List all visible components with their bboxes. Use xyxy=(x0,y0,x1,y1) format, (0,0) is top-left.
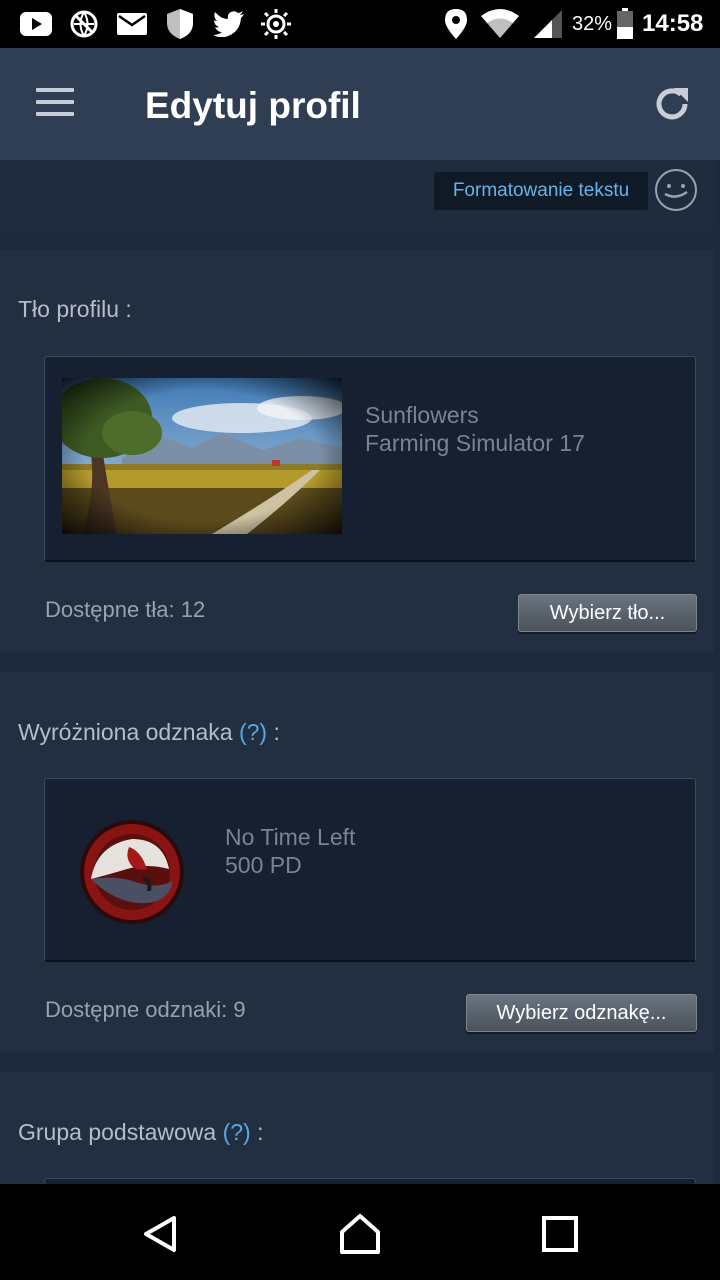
available-backgrounds: Dostępne tła: 12 xyxy=(45,597,206,622)
featured-badge-label: Wyróżniona odznaka (?) : xyxy=(18,719,280,746)
badge-name: No Time Left xyxy=(225,824,356,850)
primary-group-label: Grupa podstawowa (?) : xyxy=(18,1119,263,1146)
background-game: Farming Simulator 17 xyxy=(365,430,585,456)
location-icon xyxy=(442,8,470,40)
twitter-icon xyxy=(212,8,246,40)
background-card[interactable]: Sunflowers Farming Simulator 17 xyxy=(44,356,696,562)
badge-icon xyxy=(77,817,187,927)
formatting-button[interactable]: Formatowanie tekstu xyxy=(434,172,648,210)
profile-background-label: Tło profilu : xyxy=(18,296,132,322)
vpn-icon xyxy=(68,8,100,40)
wifi-icon xyxy=(480,8,520,40)
battery-icon xyxy=(614,8,636,40)
shield-icon xyxy=(164,8,196,40)
refresh-icon[interactable] xyxy=(650,82,694,126)
menu-icon[interactable] xyxy=(36,88,76,118)
badge-xp: 500 PD xyxy=(225,852,302,878)
recents-icon[interactable] xyxy=(538,1212,582,1256)
back-icon[interactable] xyxy=(138,1212,182,1256)
smiley-icon[interactable] xyxy=(654,168,698,212)
primary-group-label-suffix: : xyxy=(257,1119,264,1145)
choose-background-button[interactable]: Wybierz tło... xyxy=(518,594,697,632)
battery-percent: 32% xyxy=(572,13,613,35)
brightness-icon xyxy=(260,8,292,40)
featured-badge-label-text: Wyróżniona odznaka xyxy=(18,719,233,745)
page-title: Edytuj profil xyxy=(145,85,361,126)
featured-badge-label-suffix: : xyxy=(273,719,280,745)
primary-group-label-text: Grupa podstawowa xyxy=(18,1119,217,1145)
choose-badge-button[interactable]: Wybierz odznakę... xyxy=(466,994,697,1032)
primary-group-help-link[interactable]: (?) xyxy=(223,1119,251,1145)
clock: 14:58 xyxy=(642,10,704,37)
youtube-icon xyxy=(20,8,52,40)
background-name: Sunflowers xyxy=(365,402,479,428)
status-bar: 32% 14:58 xyxy=(0,0,720,48)
mail-icon xyxy=(116,8,148,40)
navigation-bar xyxy=(0,1184,720,1280)
badge-card[interactable]: No Time Left 500 PD xyxy=(44,778,696,962)
home-icon[interactable] xyxy=(338,1212,382,1256)
available-badges: Dostępne odznaki: 9 xyxy=(45,997,246,1022)
app-bar: Edytuj profil xyxy=(0,48,720,160)
signal-icon xyxy=(532,8,564,40)
featured-badge-help-link[interactable]: (?) xyxy=(239,719,267,745)
background-thumbnail xyxy=(62,378,342,534)
